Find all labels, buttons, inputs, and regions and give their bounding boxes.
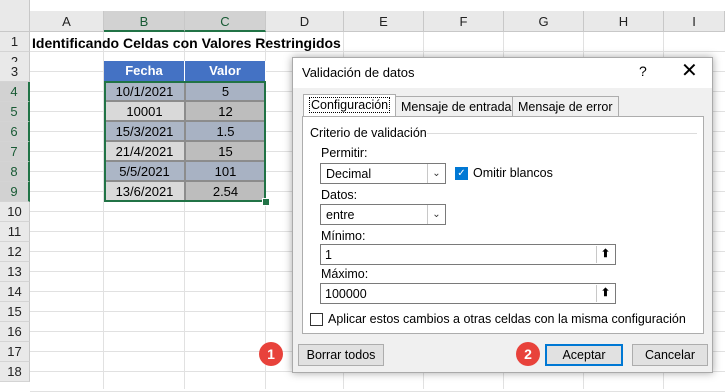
apply-to-all-label[interactable]: Aplicar estos cambios a otras celdas con…: [328, 312, 686, 326]
table-cell[interactable]: 15/3/2021: [104, 121, 185, 141]
fill-handle[interactable]: [262, 198, 270, 206]
table-cell[interactable]: 5: [185, 81, 266, 101]
row-header-9[interactable]: 9: [0, 182, 30, 202]
row-header-12[interactable]: 12: [0, 242, 30, 262]
step-badge-2: 2: [516, 342, 540, 366]
dialog-title: Validación de datos: [302, 65, 415, 80]
data-validation-dialog: Validación de datos ? ✕ Configuración Me…: [292, 57, 713, 373]
row-header-8[interactable]: 8: [0, 162, 30, 182]
maximum-value: 100000: [325, 287, 367, 301]
table-cell[interactable]: 12: [185, 101, 266, 121]
allow-select[interactable]: Decimal ⌄: [320, 163, 446, 184]
help-icon[interactable]: ?: [639, 63, 647, 79]
row-header-11[interactable]: 11: [0, 222, 30, 242]
data-label: Datos:: [321, 188, 358, 202]
maximum-label: Máximo:: [321, 267, 369, 281]
table-cell[interactable]: 13/6/2021: [104, 181, 185, 201]
settings-panel: Criterio de validación Permitir: Decimal…: [302, 116, 704, 334]
table-cell[interactable]: 21/4/2021: [104, 141, 185, 161]
range-select-icon[interactable]: ⬆: [596, 246, 614, 263]
validation-criteria-label: Criterio de validación: [310, 126, 427, 140]
column-header-b[interactable]: B: [104, 11, 185, 32]
ribbon-edge: [30, 0, 725, 11]
range-select-icon[interactable]: ⬆: [596, 285, 614, 302]
cancel-button[interactable]: Cancelar: [632, 344, 708, 366]
table-cell[interactable]: 5/5/2021: [104, 161, 185, 181]
column-header-e[interactable]: E: [344, 11, 424, 32]
column-header-a[interactable]: A: [30, 11, 104, 32]
data-select[interactable]: entre ⌄: [320, 204, 446, 225]
maximum-field[interactable]: 100000 ⬆: [320, 283, 616, 304]
allow-value: Decimal: [326, 167, 372, 181]
row-header-14[interactable]: 14: [0, 282, 30, 302]
column-header-c[interactable]: C: [185, 11, 266, 32]
row-header-7[interactable]: 7: [0, 142, 30, 162]
apply-to-all-checkbox[interactable]: [310, 313, 323, 326]
chevron-down-icon[interactable]: ⌄: [427, 164, 445, 183]
tab-mensaje-error[interactable]: Mensaje de error: [512, 96, 619, 116]
row-header-3[interactable]: 3: [0, 62, 30, 82]
row-header-17[interactable]: 17: [0, 342, 30, 362]
table-header-fecha[interactable]: Fecha: [104, 61, 185, 81]
minimum-field[interactable]: 1 ⬆: [320, 244, 616, 265]
table-cell[interactable]: 1.5: [185, 121, 266, 141]
column-header-h[interactable]: H: [584, 11, 664, 32]
table-header-valor[interactable]: Valor: [185, 61, 266, 81]
row-header-10[interactable]: 10: [0, 202, 30, 222]
table-cell[interactable]: 10/1/2021: [104, 81, 185, 101]
row-header-4[interactable]: 4: [0, 82, 30, 102]
column-header-g[interactable]: G: [504, 11, 584, 32]
tab-label: Configuración: [309, 97, 391, 113]
sheet-title-cell[interactable]: Identificando Celdas con Valores Restrin…: [32, 33, 341, 53]
tab-configuracion[interactable]: Configuración: [303, 94, 397, 117]
table-cell[interactable]: 15: [185, 141, 266, 161]
step-badge-1: 1: [259, 342, 283, 366]
group-divider: [427, 133, 697, 134]
ignore-blank-checkbox[interactable]: ✓: [455, 167, 468, 180]
ok-button[interactable]: Aceptar: [545, 344, 623, 366]
column-header-f[interactable]: F: [424, 11, 504, 32]
row-header-13[interactable]: 13: [0, 262, 30, 282]
row-header-1[interactable]: 1: [0, 32, 30, 52]
ignore-blank-label[interactable]: Omitir blancos: [473, 166, 553, 180]
table-cell[interactable]: 2.54: [185, 181, 266, 201]
row-header-6[interactable]: 6: [0, 122, 30, 142]
dialog-titlebar[interactable]: Validación de datos ? ✕: [293, 58, 712, 88]
minimum-label: Mínimo:: [321, 229, 366, 243]
chevron-down-icon[interactable]: ⌄: [427, 205, 445, 224]
table-cell[interactable]: 101: [185, 161, 266, 181]
minimum-value: 1: [325, 248, 332, 262]
row-header-18[interactable]: 18: [0, 362, 30, 382]
column-header-d[interactable]: D: [266, 11, 344, 32]
data-value: entre: [326, 208, 355, 222]
allow-label: Permitir:: [321, 146, 368, 160]
row-header-15[interactable]: 15: [0, 302, 30, 322]
clear-all-button[interactable]: Borrar todos: [298, 344, 384, 366]
select-all-corner[interactable]: [0, 0, 30, 32]
tab-mensaje-entrada[interactable]: Mensaje de entrada: [395, 96, 518, 116]
row-header-5[interactable]: 5: [0, 102, 30, 122]
close-icon[interactable]: ✕: [681, 60, 698, 82]
column-header-i[interactable]: I: [664, 11, 725, 32]
table-cell[interactable]: 10001: [104, 101, 185, 121]
row-header-16[interactable]: 16: [0, 322, 30, 342]
